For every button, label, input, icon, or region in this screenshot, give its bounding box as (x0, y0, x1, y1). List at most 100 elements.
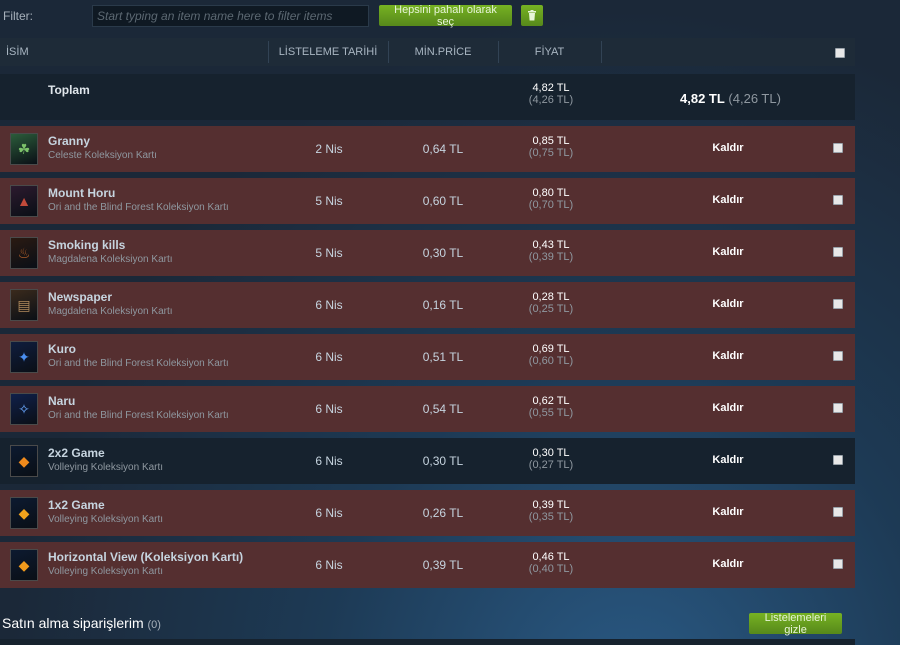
purchase-orders-label: Satın alma siparişlerim (2, 615, 144, 631)
item-price: 0,39 TL (0,35 TL) (501, 499, 601, 523)
item-game: Ori and the Blind Forest Koleksiyon Kart… (48, 410, 229, 421)
listing-rows: ☘ Granny Celeste Koleksiyon Kartı 2 Nis 0,64… (0, 126, 855, 588)
item-game: Celeste Koleksiyon Kartı (48, 150, 157, 161)
remove-button[interactable]: Kaldır (678, 298, 778, 310)
item-price: 0,62 TL (0,55 TL) (501, 395, 601, 419)
row-checkbox[interactable] (833, 507, 843, 517)
column-min-price[interactable]: MİN.PRİCE (388, 38, 498, 66)
total-sum: 4,82 TL (4,26 TL) (680, 91, 781, 106)
item-game: Magdalena Koleksiyon Kartı (48, 254, 173, 265)
filter-input[interactable] (92, 5, 369, 27)
price-value: 0,69 TL (532, 343, 570, 355)
price-net: (0,70 TL) (528, 199, 574, 211)
kuro-card-icon: ✦ (18, 348, 30, 365)
item-price: 0,43 TL (0,39 TL) (501, 239, 601, 263)
remove-button[interactable]: Kaldır (678, 350, 778, 362)
listing-row: ✧ Naru Ori and the Blind Forest Koleksiyon… (0, 386, 855, 432)
item-name[interactable]: Granny (48, 134, 90, 148)
listed-date: 5 Nis (315, 194, 343, 208)
hide-listings-button[interactable]: Listelemeleri gizle (749, 612, 842, 636)
price-value: 0,46 TL (532, 551, 570, 563)
row-checkbox[interactable] (833, 143, 843, 153)
item-thumbnail[interactable]: ✧ (10, 393, 38, 425)
total-label: Toplam (48, 83, 90, 97)
row-checkbox[interactable] (833, 559, 843, 569)
item-name[interactable]: Naru (48, 394, 75, 408)
min-price: 0,54 TL (422, 402, 464, 416)
table-header: İSİM LİSTELEME TARİHİ MİN.PRİCE FİYAT (0, 38, 855, 66)
row-checkbox[interactable] (833, 247, 843, 257)
total-sum-value: 4,82 TL (680, 91, 725, 106)
horizontal-view-card-icon: ◆ (18, 556, 30, 573)
item-thumbnail[interactable]: ◆ (10, 445, 38, 477)
item-thumbnail[interactable]: ♨ (10, 237, 38, 269)
min-price: 0,26 TL (422, 506, 464, 520)
item-game: Volleying Koleksiyon Kartı (48, 462, 164, 473)
listing-row: ◆ Horizontal View (Koleksiyon Kartı) Volle… (0, 542, 855, 588)
price-value: 0,43 TL (532, 239, 570, 251)
item-name[interactable]: Mount Horu (48, 186, 115, 200)
row-checkbox[interactable] (833, 195, 843, 205)
item-thumbnail[interactable]: ▲ (10, 185, 38, 217)
min-price: 0,30 TL (422, 454, 464, 468)
remove-button[interactable]: Kaldır (678, 194, 778, 206)
remove-button[interactable]: Kaldır (678, 506, 778, 518)
listing-row: ♨ Smoking kills Magdalena Koleksiyon Kartı… (0, 230, 855, 276)
remove-button[interactable]: Kaldır (678, 558, 778, 570)
listing-row: ☘ Granny Celeste Koleksiyon Kartı 2 Nis 0,64… (0, 126, 855, 172)
price-net: (0,35 TL) (528, 511, 574, 523)
item-name[interactable]: Horizontal View (Koleksiyon Kartı) (48, 550, 243, 564)
column-listed-date[interactable]: LİSTELEME TARİHİ (268, 38, 388, 66)
remove-button[interactable]: Kaldır (678, 454, 778, 466)
listing-row: ▲ Mount Horu Ori and the Blind Forest Kole… (0, 178, 855, 224)
price-net: (0,40 TL) (528, 563, 574, 575)
item-name[interactable]: 2x2 Game (48, 446, 105, 460)
row-checkbox[interactable] (833, 351, 843, 361)
item-game: Volleying Koleksiyon Kartı (48, 514, 164, 525)
total-price-net: (4,26 TL) (528, 94, 574, 106)
price-value: 0,85 TL (532, 135, 570, 147)
price-value: 0,30 TL (532, 447, 570, 459)
price-value: 0,39 TL (532, 499, 570, 511)
item-name[interactable]: 1x2 Game (48, 498, 105, 512)
price-value: 0,80 TL (532, 187, 570, 199)
listed-date: 5 Nis (315, 246, 343, 260)
listing-row: ✦ Kuro Ori and the Blind Forest Koleksiyon… (0, 334, 855, 380)
remove-button[interactable]: Kaldır (678, 246, 778, 258)
item-game: Volleying Koleksiyon Kartı (48, 566, 164, 577)
trash-icon (528, 10, 536, 21)
filter-label: Filter: (3, 9, 33, 23)
column-name[interactable]: İSİM (0, 38, 274, 66)
select-all-checkbox[interactable] (835, 48, 845, 58)
listed-date: 6 Nis (315, 454, 343, 468)
item-price: 0,30 TL (0,27 TL) (501, 447, 601, 471)
filter-bar: Filter: Hepsini pahalı olarak seç (0, 0, 900, 32)
listed-date: 6 Nis (315, 402, 343, 416)
granny-card-icon: ☘ (17, 140, 31, 157)
listed-date: 6 Nis (315, 558, 343, 572)
delete-button[interactable] (521, 5, 543, 26)
listed-date: 2 Nis (315, 142, 343, 156)
item-name[interactable]: Kuro (48, 342, 76, 356)
row-checkbox[interactable] (833, 403, 843, 413)
remove-button[interactable]: Kaldır (678, 402, 778, 414)
item-name[interactable]: Newspaper (48, 290, 112, 304)
smoking-kills-card-icon: ♨ (17, 244, 31, 261)
item-thumbnail[interactable]: ✦ (10, 341, 38, 373)
column-price[interactable]: FİYAT (498, 38, 601, 66)
remove-button[interactable]: Kaldır (678, 142, 778, 154)
row-checkbox[interactable] (833, 455, 843, 465)
item-name[interactable]: Smoking kills (48, 238, 125, 252)
min-price: 0,64 TL (422, 142, 464, 156)
listed-date: 6 Nis (315, 298, 343, 312)
item-thumbnail[interactable]: ▤ (10, 289, 38, 321)
select-all-expensive-button[interactable]: Hepsini pahalı olarak seç (379, 4, 512, 28)
item-thumbnail[interactable]: ☘ (10, 133, 38, 165)
item-thumbnail[interactable]: ◆ (10, 549, 38, 581)
row-checkbox[interactable] (833, 299, 843, 309)
purchase-orders-count: (0) (147, 619, 161, 631)
min-price: 0,39 TL (422, 558, 464, 572)
item-price: 0,28 TL (0,25 TL) (501, 291, 601, 315)
min-price: 0,16 TL (422, 298, 464, 312)
item-thumbnail[interactable]: ◆ (10, 497, 38, 529)
